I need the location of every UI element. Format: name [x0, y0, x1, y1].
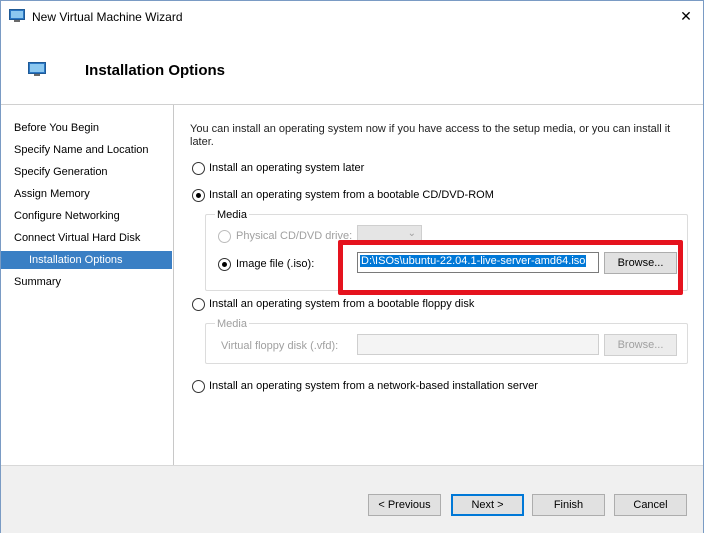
vfd-label: Virtual floppy disk (.vfd):	[221, 340, 339, 352]
wizard-footer: < Previous Next > Finish Cancel	[1, 465, 703, 533]
nav-item-installation-options[interactable]: Installation Options	[1, 251, 172, 269]
cd-media-legend: Media	[215, 209, 249, 221]
nav-item-connect-virtual-hard-disk[interactable]: Connect Virtual Hard Disk	[1, 229, 172, 247]
radio-install-later[interactable]	[192, 162, 205, 175]
radio-install-floppy[interactable]	[192, 298, 205, 311]
intro-text: You can install an operating system now …	[190, 123, 671, 148]
wizard-nav: Before You Begin Specify Name and Locati…	[1, 105, 173, 465]
radio-install-network[interactable]	[192, 380, 205, 393]
option-install-later-label: Install an operating system later	[209, 162, 365, 174]
floppy-media-legend: Media	[215, 318, 249, 330]
next-button[interactable]: Next >	[451, 494, 524, 516]
wizard-window: New Virtual Machine Wizard ✕ Installatio…	[0, 0, 704, 533]
previous-button[interactable]: < Previous	[368, 494, 441, 516]
highlight-box	[338, 240, 683, 295]
nav-item-specify-name-and-location[interactable]: Specify Name and Location	[1, 141, 172, 159]
radio-install-cd-dvd[interactable]	[192, 189, 205, 202]
page-title: Installation Options	[85, 62, 226, 79]
wizard-header: Installation Options	[1, 31, 703, 105]
finish-button[interactable]: Finish	[532, 494, 605, 516]
nav-item-summary[interactable]: Summary	[1, 273, 172, 291]
nav-item-specify-generation[interactable]: Specify Generation	[1, 163, 172, 181]
nav-item-configure-networking[interactable]: Configure Networking	[1, 207, 172, 225]
cancel-button[interactable]: Cancel	[614, 494, 687, 516]
close-button[interactable]: ✕	[669, 1, 703, 31]
window-title: New Virtual Machine Wizard	[32, 10, 183, 24]
vfd-path-input[interactable]	[357, 334, 599, 355]
option-install-network-label: Install an operating system from a netwo…	[209, 380, 538, 392]
option-install-cd-dvd-label: Install an operating system from a boota…	[209, 189, 494, 201]
nav-item-assign-memory[interactable]: Assign Memory	[1, 185, 172, 203]
radio-image-file[interactable]	[218, 258, 231, 271]
virtual-machine-icon	[28, 62, 46, 76]
title-bar: New Virtual Machine Wizard ✕	[1, 1, 703, 31]
nav-item-before-you-begin[interactable]: Before You Begin	[1, 119, 172, 137]
virtual-machine-icon	[9, 9, 25, 22]
physical-drive-label: Physical CD/DVD drive:	[236, 230, 353, 242]
option-install-floppy-label: Install an operating system from a boota…	[209, 298, 475, 310]
chevron-down-icon: ⌄	[407, 228, 416, 239]
radio-physical-drive[interactable]	[218, 230, 231, 243]
close-icon: ✕	[680, 7, 692, 24]
image-file-label: Image file (.iso):	[236, 258, 315, 270]
browse-vfd-button[interactable]: Browse...	[604, 334, 677, 356]
